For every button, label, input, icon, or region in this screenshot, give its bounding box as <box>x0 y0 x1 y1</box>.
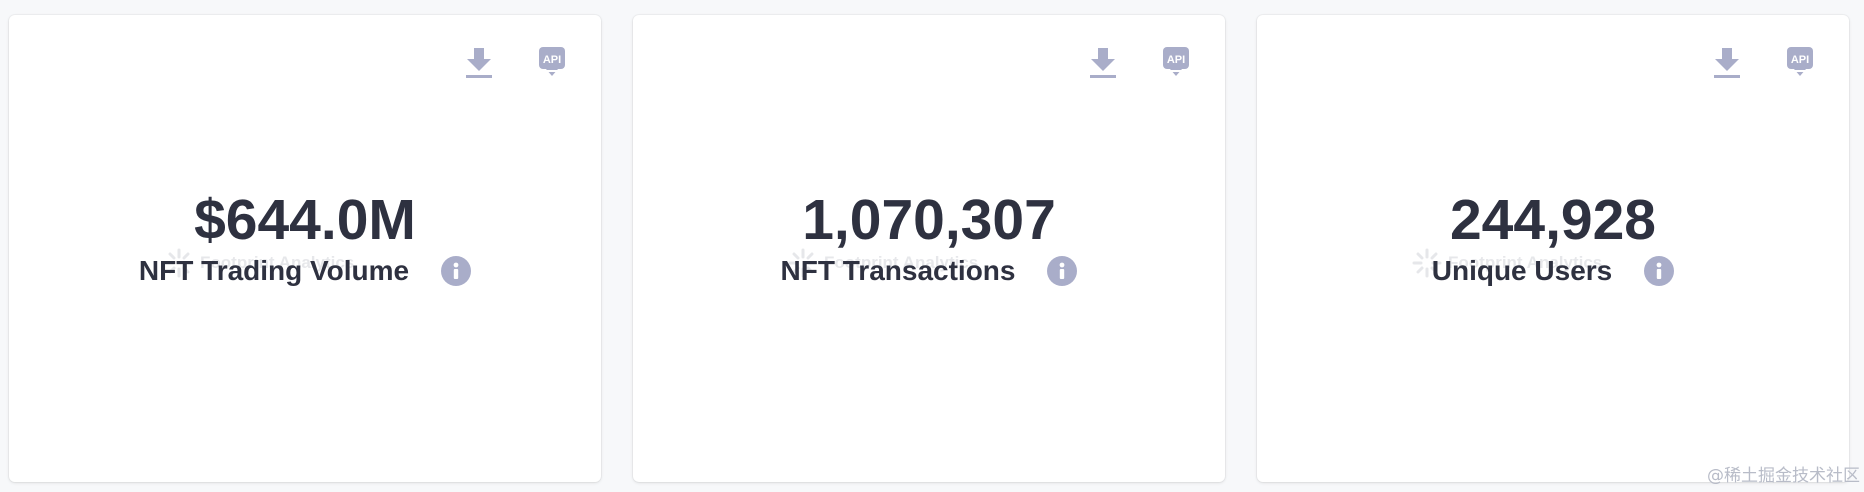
metric-value: 244,928 <box>1449 188 1657 252</box>
download-button[interactable] <box>1712 45 1742 81</box>
metric-value: 1,070,307 <box>802 188 1056 252</box>
metric-card-nft-transactions: API Footprint Analytics 1,070,307 NFT Tr… <box>633 15 1225 482</box>
api-button[interactable]: API <box>1785 45 1815 81</box>
site-watermark: @稀土掘金技术社区 <box>1707 466 1860 486</box>
download-icon <box>466 48 492 78</box>
info-button[interactable] <box>1047 256 1078 286</box>
metric: 1,070,307 NFT Transactions <box>633 190 1225 287</box>
metric-card-nft-trading-volume: API Footprint Analytics $644.0M NFT Trad… <box>9 15 601 482</box>
info-button[interactable] <box>1644 256 1675 286</box>
info-icon <box>453 262 459 279</box>
download-button[interactable] <box>464 45 494 81</box>
metric-label-row: Unique Users <box>1257 255 1849 287</box>
api-button[interactable]: API <box>1161 45 1191 81</box>
card-toolbar: API <box>1712 45 1815 81</box>
metric: $644.0M NFT Trading Volume <box>9 190 601 287</box>
card-toolbar: API <box>464 45 567 81</box>
api-icon: API <box>1787 47 1813 76</box>
metric-label-row: NFT Transactions <box>633 255 1225 287</box>
metric-label: NFT Transactions <box>780 255 1016 286</box>
dashboard: API Footprint Analytics $644.0M NFT Trad… <box>0 0 1864 492</box>
api-icon: API <box>539 47 565 76</box>
metric-value: $644.0M <box>194 188 416 252</box>
download-icon <box>1090 48 1116 78</box>
api-button[interactable]: API <box>537 45 567 81</box>
metric: 244,928 Unique Users <box>1257 190 1849 287</box>
metric-label-row: NFT Trading Volume <box>9 255 601 287</box>
download-button[interactable] <box>1088 45 1118 81</box>
info-button[interactable] <box>441 256 472 286</box>
metric-label: NFT Trading Volume <box>138 255 410 286</box>
download-icon <box>1714 48 1740 78</box>
api-icon-text: API <box>1167 54 1185 66</box>
info-icon <box>1060 262 1065 279</box>
metric-label: Unique Users <box>1431 255 1613 286</box>
info-icon <box>1656 262 1662 279</box>
metric-card-unique-users: API Footprint Analytics 244,928 Unique U… <box>1257 15 1849 482</box>
api-icon-text: API <box>543 54 561 66</box>
api-icon: API <box>1163 47 1189 76</box>
api-icon-text: API <box>1791 54 1809 66</box>
card-toolbar: API <box>1088 45 1191 81</box>
